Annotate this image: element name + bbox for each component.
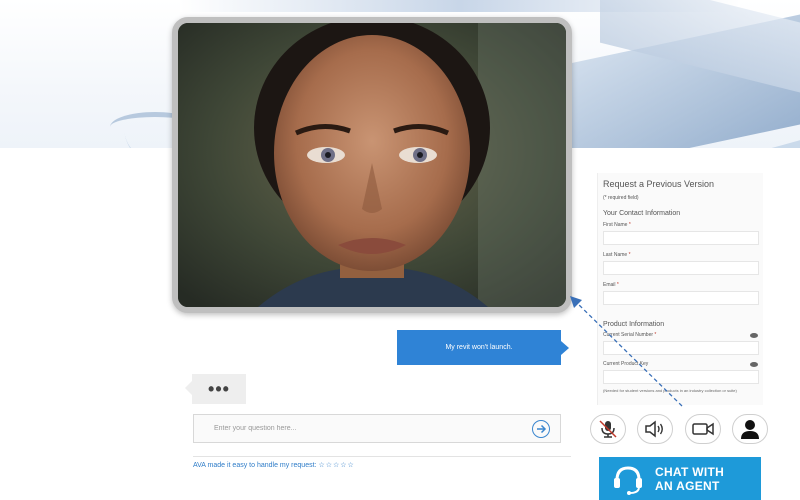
product-key-label: Current Product Key: [603, 361, 649, 367]
user-profile-icon: [741, 420, 759, 439]
request-form: Request a Previous Version (* required f…: [597, 173, 763, 405]
chat-with-agent-button[interactable]: CHAT WITH AN AGENT: [599, 457, 761, 500]
eye-icon[interactable]: [750, 361, 758, 367]
serial-number-field[interactable]: [603, 341, 759, 355]
arrow-right-icon: [537, 424, 547, 434]
user-profile-button[interactable]: [732, 414, 768, 444]
contact-section-heading: Your Contact Information: [603, 210, 681, 217]
typing-dots: •••: [208, 379, 230, 399]
email-label: Email *: [603, 282, 619, 288]
speaker-button[interactable]: [637, 414, 673, 444]
required-note: (* required field): [603, 195, 639, 201]
rating-prompt: AVA made it easy to handle my request: ☆…: [193, 461, 355, 469]
question-input[interactable]: [194, 415, 524, 442]
rating-text: AVA made it easy to handle my request:: [193, 462, 317, 469]
question-box: [193, 414, 561, 443]
last-name-label: Last Name *: [603, 252, 631, 258]
first-name-field[interactable]: [603, 231, 759, 245]
agent-button-label: CHAT WITH AN AGENT: [655, 464, 725, 493]
headset-icon: [614, 465, 642, 495]
product-key-note: (Needed for student versions and product…: [603, 388, 737, 393]
serial-number-label: Current Serial Number *: [603, 332, 657, 338]
product-section-heading: Product Information: [603, 321, 665, 328]
user-message-bubble: My revit won't launch.: [397, 330, 569, 365]
video-camera-icon: [692, 422, 714, 436]
first-name-label: First Name *: [603, 222, 631, 228]
video-camera-button[interactable]: [685, 414, 721, 444]
form-title: Request a Previous Version: [603, 179, 715, 189]
microphone-button[interactable]: [590, 414, 626, 444]
avatar-face-image: [178, 23, 566, 307]
last-name-field[interactable]: [603, 261, 759, 275]
eye-icon[interactable]: [750, 332, 758, 338]
send-button[interactable]: [532, 420, 550, 438]
typing-indicator: •••: [185, 374, 246, 404]
email-field[interactable]: [603, 291, 759, 305]
product-key-field[interactable]: [603, 370, 759, 384]
rating-stars[interactable]: ☆☆☆☆☆: [318, 462, 354, 469]
avatar-video: [172, 17, 572, 313]
speaker-icon: [645, 420, 663, 438]
microphone-icon: [599, 420, 617, 438]
divider: [193, 456, 571, 457]
